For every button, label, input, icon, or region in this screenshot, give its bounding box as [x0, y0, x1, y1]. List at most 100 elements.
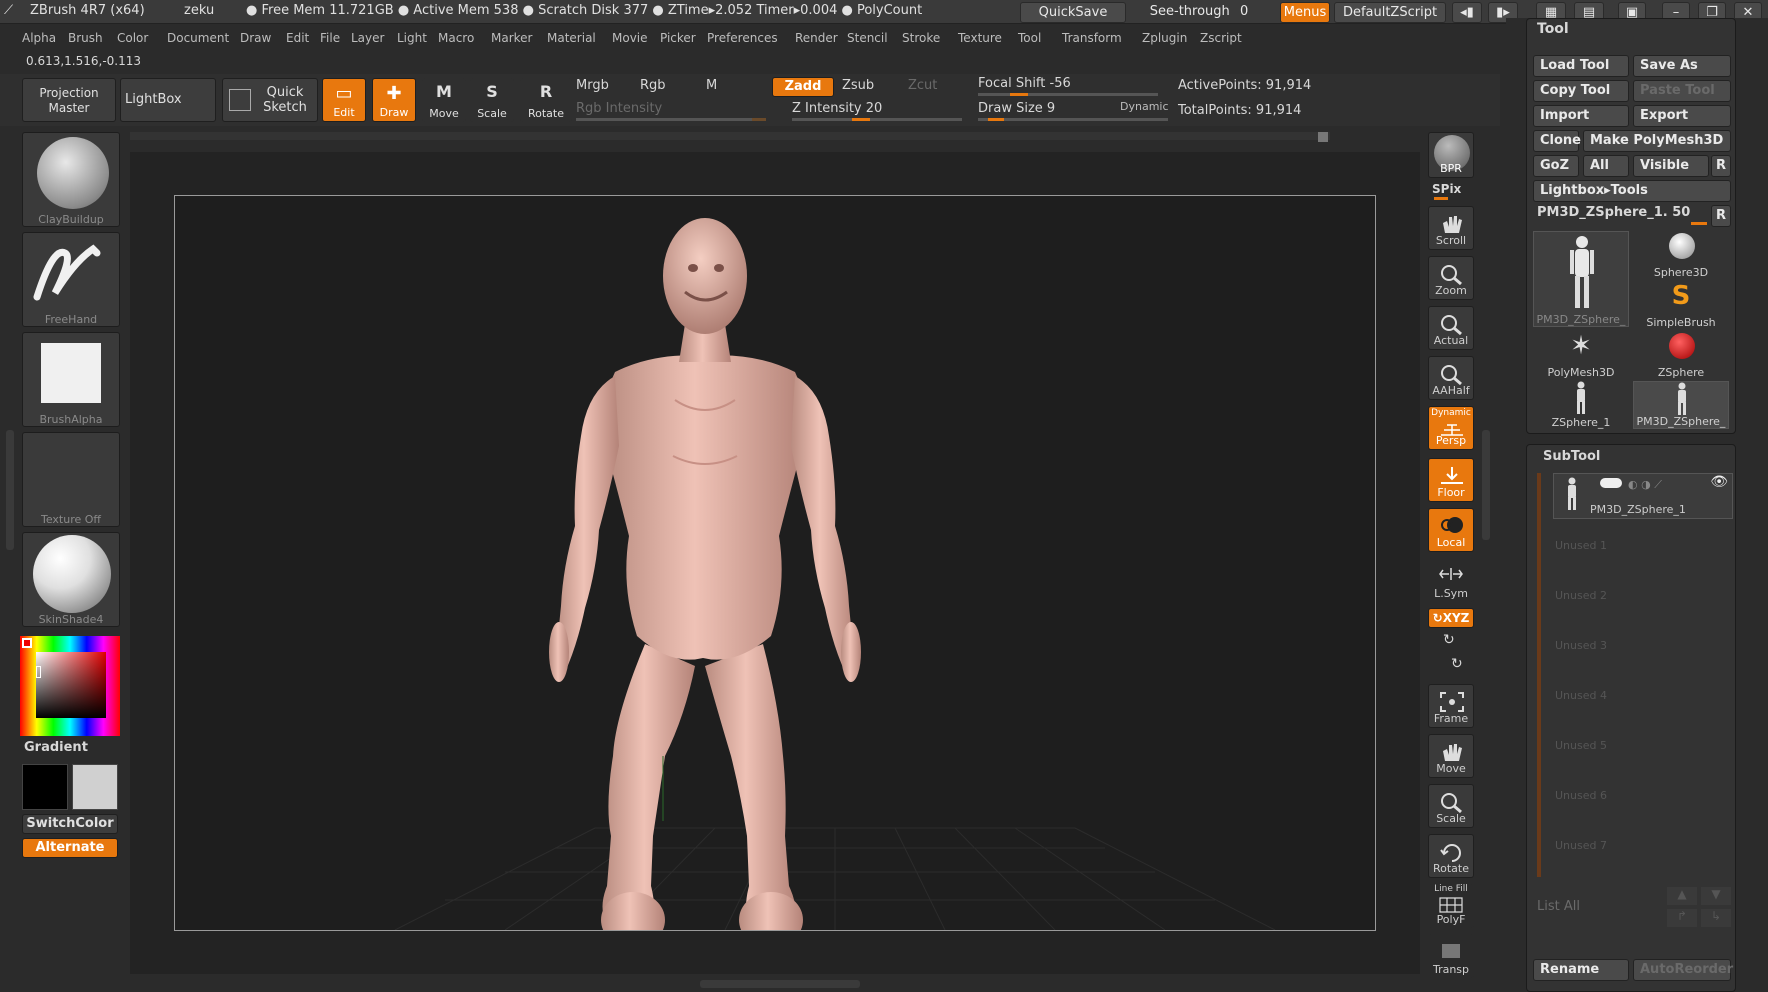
menu-document[interactable]: Document	[167, 31, 229, 45]
export-button[interactable]: Export	[1633, 105, 1731, 127]
y-rotation-icon[interactable]: ↻	[1443, 632, 1455, 648]
scroll-button[interactable]: Scroll	[1428, 206, 1474, 250]
copy-tool-button[interactable]: Copy Tool	[1533, 80, 1629, 102]
move-view-button[interactable]: Move	[1428, 734, 1474, 778]
menu-color[interactable]: Color	[117, 31, 148, 45]
material-selector[interactable]: SkinShade4	[22, 532, 120, 627]
subtool-scrollbar[interactable]	[1537, 473, 1541, 877]
default-zscript-button[interactable]: DefaultZScript	[1334, 2, 1446, 23]
make-polymesh-button[interactable]: Make PolyMesh3D	[1583, 130, 1731, 152]
move-down-icon[interactable]: ▼	[1701, 887, 1731, 905]
tool-zsphere-1[interactable]: ZSphere_1	[1533, 381, 1629, 429]
menu-zscript[interactable]: Zscript	[1200, 31, 1242, 45]
transp-button[interactable]: Transp	[1428, 934, 1474, 978]
xyz-rotation-button[interactable]: ↻XYZ	[1428, 608, 1474, 628]
menu-alpha[interactable]: Alpha	[22, 31, 56, 45]
rename-button[interactable]: Rename	[1533, 959, 1629, 981]
tool-polymesh3d[interactable]: ✶ PolyMesh3D	[1533, 331, 1629, 379]
current-tool-slider[interactable]: PM3D_ZSphere_1. 50	[1537, 205, 1690, 220]
lightbox-tools-button[interactable]: Lightbox▸Tools	[1533, 180, 1731, 202]
frame-button[interactable]: Frame	[1428, 684, 1474, 728]
save-as-button[interactable]: Save As	[1633, 55, 1731, 77]
tool-thumb-pm3d-main[interactable]: PM3D_ZSphere_	[1533, 231, 1629, 327]
menu-render[interactable]: Render	[795, 31, 838, 45]
menu-brush[interactable]: Brush	[68, 31, 103, 45]
edit-mode-button[interactable]: ▭ Edit	[322, 78, 366, 122]
move-down-arrow-icon[interactable]: ↳	[1701, 909, 1731, 927]
focal-shift-slider[interactable]: Focal Shift -56	[978, 76, 1071, 91]
quicksave-button[interactable]: QuickSave	[1020, 2, 1126, 23]
subtool-slot-5[interactable]: Unused 5	[1555, 739, 1607, 752]
quick-sketch-button[interactable]: Quick Sketch	[222, 78, 318, 122]
subtool-slot-4[interactable]: Unused 4	[1555, 689, 1607, 702]
menu-marker[interactable]: Marker	[491, 31, 532, 45]
viewport[interactable]	[174, 195, 1376, 931]
lsym-button[interactable]: L.Sym	[1428, 558, 1474, 602]
actual-button[interactable]: Actual	[1428, 306, 1474, 350]
move-up-arrow-icon[interactable]: ↱	[1667, 909, 1697, 927]
move-mode-button[interactable]: M Move	[422, 78, 466, 122]
subtool-active-item[interactable]: ◐ ◑ ⟋ 👁 PM3D_ZSphere_1	[1553, 473, 1733, 519]
floor-button[interactable]: Floor	[1428, 458, 1474, 502]
switch-color-button[interactable]: SwitchColor	[22, 814, 118, 834]
menu-stencil[interactable]: Stencil	[847, 31, 888, 45]
import-button[interactable]: Import	[1533, 105, 1629, 127]
polyframe-button[interactable]: Line Fill PolyF	[1428, 884, 1474, 928]
subtool-slot-6[interactable]: Unused 6	[1555, 789, 1607, 802]
zoom-button[interactable]: Zoom	[1428, 256, 1474, 300]
subtool-slot-2[interactable]: Unused 2	[1555, 589, 1607, 602]
color-picker[interactable]	[20, 636, 120, 736]
zadd-button[interactable]: Zadd	[772, 77, 834, 97]
scale-view-button[interactable]: Scale	[1428, 784, 1474, 828]
aahalf-button[interactable]: AAHalf	[1428, 356, 1474, 400]
subtool-eye-icon[interactable]: 👁	[1710, 474, 1728, 490]
menu-picker[interactable]: Picker	[660, 31, 696, 45]
local-button[interactable]: Local	[1428, 508, 1474, 552]
canvas-ruler-handle[interactable]	[1318, 132, 1328, 142]
zsub-button[interactable]: Zsub	[842, 78, 874, 93]
gradient-label[interactable]: Gradient	[24, 740, 88, 755]
clone-button[interactable]: Clone	[1533, 130, 1581, 152]
goz-all-button[interactable]: All	[1583, 155, 1629, 177]
tool-simplebrush[interactable]: S SimpleBrush	[1633, 281, 1729, 329]
menu-transform[interactable]: Transform	[1062, 31, 1122, 45]
menus-button[interactable]: Menus	[1280, 2, 1330, 23]
persp-button[interactable]: Dynamic Persp	[1428, 406, 1474, 450]
goz-r-button[interactable]: R	[1711, 155, 1731, 177]
dynamic-toggle[interactable]: Dynamic	[1120, 100, 1169, 113]
rgb-button[interactable]: Rgb	[640, 78, 666, 93]
menu-edit[interactable]: Edit	[286, 31, 309, 45]
tool-zsphere[interactable]: ZSphere	[1633, 331, 1729, 379]
menu-macro[interactable]: Macro	[438, 31, 474, 45]
paste-tool-button[interactable]: Paste Tool	[1633, 80, 1731, 102]
mrgb-button[interactable]: Mrgb	[576, 78, 609, 93]
z-intensity-slider[interactable]: Z Intensity 20	[792, 101, 882, 116]
lightbox-button[interactable]: LightBox	[120, 78, 216, 122]
see-through-slider[interactable]: See-through 0	[1134, 2, 1264, 23]
menu-movie[interactable]: Movie	[612, 31, 648, 45]
primary-color-swatch[interactable]	[22, 764, 68, 810]
current-tool-r-button[interactable]: R	[1711, 205, 1731, 227]
menu-light[interactable]: Light	[397, 31, 427, 45]
spix-slider[interactable]: SPix	[1432, 182, 1461, 196]
menu-tool[interactable]: Tool	[1018, 31, 1041, 45]
right-tray-handle[interactable]	[1482, 430, 1490, 540]
scale-mode-button[interactable]: S Scale	[470, 78, 514, 122]
m-button[interactable]: M	[706, 78, 717, 93]
menu-texture[interactable]: Texture	[958, 31, 1002, 45]
layout-left-icon[interactable]: ◂▮	[1452, 2, 1482, 23]
move-up-icon[interactable]: ▲	[1667, 887, 1697, 905]
rgb-intensity-slider[interactable]: Rgb Intensity	[576, 101, 662, 116]
zcut-button[interactable]: Zcut	[908, 78, 937, 93]
goz-visible-button[interactable]: Visible	[1633, 155, 1709, 177]
subtool-slot-1[interactable]: Unused 1	[1555, 539, 1607, 552]
left-tray-handle[interactable]	[6, 430, 14, 550]
brush-selector[interactable]: ClayBuildup	[22, 132, 120, 227]
autoreorder-button[interactable]: AutoReorder	[1633, 959, 1733, 981]
stroke-selector[interactable]: FreeHand	[22, 232, 120, 327]
tool-sphere3d[interactable]: Sphere3D	[1633, 231, 1729, 279]
subtool-slot-3[interactable]: Unused 3	[1555, 639, 1607, 652]
menu-preferences[interactable]: Preferences	[707, 31, 778, 45]
bpr-button[interactable]: BPR	[1428, 132, 1474, 178]
menu-stroke[interactable]: Stroke	[902, 31, 940, 45]
